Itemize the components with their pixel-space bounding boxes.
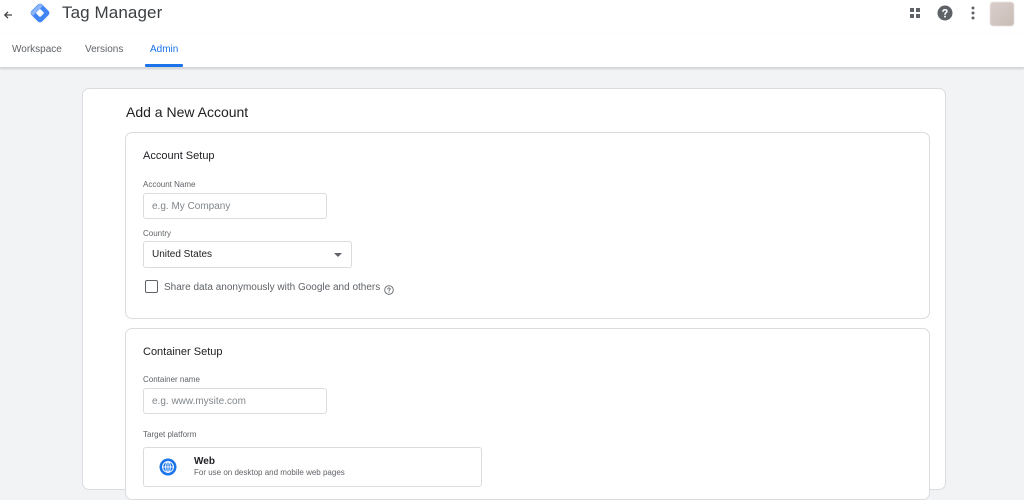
back-arrow-icon[interactable]: [0, 2, 16, 28]
country-label: Country: [143, 229, 172, 238]
target-platform-label: Target platform: [143, 430, 197, 439]
country-select[interactable]: United States: [143, 241, 352, 268]
platform-description: For use on desktop and mobile web pages: [194, 468, 345, 477]
help-circle-icon[interactable]: [384, 282, 394, 295]
account-setup-title: Account Setup: [143, 150, 215, 162]
platform-option-web[interactable]: Web For use on desktop and mobile web pa…: [143, 447, 482, 487]
globe-icon: [159, 458, 177, 476]
top-app-bar: Tag Manager: [0, 0, 1024, 34]
chevron-down-icon: [334, 253, 342, 257]
account-name-input[interactable]: [143, 193, 327, 219]
tag-manager-logo: [29, 2, 51, 24]
apps-grid-icon[interactable]: [906, 4, 924, 22]
avatar[interactable]: [990, 2, 1014, 26]
page-title: Add a New Account: [126, 104, 249, 120]
active-tab-indicator: [145, 64, 183, 67]
country-select-value: United States: [152, 249, 213, 260]
share-data-label: Share data anonymously with Google and o…: [164, 282, 381, 293]
app-title: Tag Manager: [62, 3, 163, 22]
container-name-input[interactable]: [143, 388, 327, 414]
nav-tabs: Workspace Versions Admin: [0, 34, 1024, 68]
help-icon[interactable]: [936, 4, 954, 22]
share-data-checkbox[interactable]: [145, 280, 158, 293]
container-name-label: Container name: [143, 375, 200, 384]
account-name-label: Account Name: [143, 180, 196, 189]
account-setup-section: Account Setup Account Name Country Unite…: [125, 132, 930, 319]
container-setup-title: Container Setup: [143, 346, 223, 358]
tab-versions[interactable]: Versions: [85, 44, 123, 55]
platform-name: Web: [194, 456, 215, 467]
add-account-card: Add a New Account Account Setup Account …: [82, 88, 946, 500]
tab-workspace[interactable]: Workspace: [12, 44, 62, 55]
container-setup-section: Container Setup Container name Target pl…: [125, 328, 930, 500]
tab-admin[interactable]: Admin: [150, 44, 178, 55]
more-vert-icon[interactable]: [964, 4, 982, 22]
